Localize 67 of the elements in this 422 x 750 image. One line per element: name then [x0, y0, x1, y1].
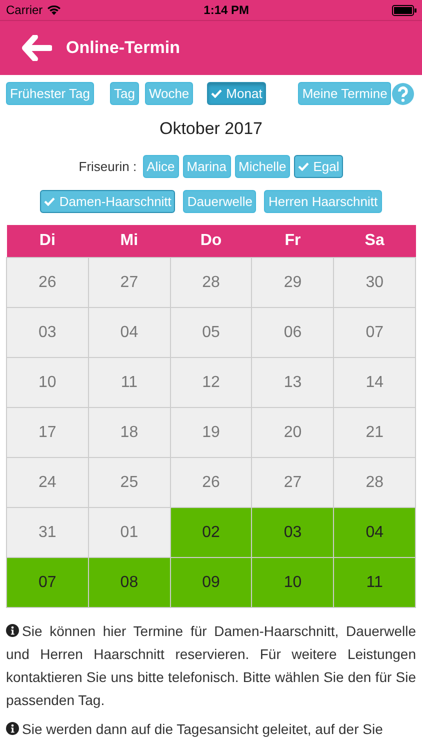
view-button[interactable]: Tag [110, 82, 139, 105]
status-time: 1:14 PM [204, 3, 250, 17]
view-button[interactable]: Woche [144, 82, 194, 105]
wifi-icon [46, 5, 61, 15]
day-cell[interactable]: 10 [252, 558, 334, 608]
weekday-header: Sa [334, 225, 416, 258]
day-cell[interactable]: 18 [88, 408, 170, 458]
day-cell[interactable]: 25 [88, 458, 170, 508]
day-cell[interactable]: 07 [6, 558, 88, 608]
back-arrow-icon[interactable] [22, 35, 52, 61]
stylist-option[interactable]: Marina [182, 155, 230, 178]
weekday-header: Do [170, 225, 252, 258]
day-cell[interactable]: 14 [334, 358, 416, 408]
day-cell[interactable]: 29 [252, 258, 334, 308]
service-option[interactable]: Damen-Haarschnitt [40, 190, 176, 213]
info-icon [6, 624, 19, 637]
month-title: Oktober 2017 [158, 119, 264, 139]
day-cell[interactable]: 02 [170, 508, 252, 558]
service-option[interactable]: Herren Haarschnitt [264, 190, 382, 213]
weekday-header: Mi [88, 225, 170, 258]
view-button[interactable]: Monat [207, 82, 266, 105]
check-icon [298, 162, 310, 171]
screen-title: Online-Termin [66, 38, 180, 58]
view-button[interactable]: Frühester Tag [6, 82, 94, 105]
info-icon [6, 722, 19, 735]
day-cell[interactable]: 26 [6, 258, 88, 308]
stylist-option[interactable]: Alice [142, 155, 179, 178]
stylist-option[interactable]: Michelle [234, 155, 290, 178]
day-cell[interactable]: 24 [6, 458, 88, 508]
day-cell[interactable]: 21 [334, 408, 416, 458]
day-cell[interactable]: 19 [170, 408, 252, 458]
day-cell[interactable]: 06 [252, 308, 334, 358]
check-icon [211, 89, 222, 98]
weekday-header: Fr [252, 225, 334, 258]
view-button[interactable]: Meine Termine [298, 82, 392, 105]
service-option[interactable]: Dauerwelle [183, 190, 256, 213]
day-cell[interactable]: 27 [252, 458, 334, 508]
day-cell[interactable]: 13 [252, 358, 334, 408]
day-cell[interactable]: 03 [6, 308, 88, 358]
day-cell[interactable]: 07 [334, 308, 416, 358]
day-cell[interactable]: 11 [88, 358, 170, 408]
day-cell[interactable]: 10 [6, 358, 88, 408]
day-cell[interactable]: 01 [88, 508, 170, 558]
day-cell[interactable]: 28 [170, 258, 252, 308]
day-cell[interactable]: 30 [334, 258, 416, 308]
day-cell[interactable]: 20 [252, 408, 334, 458]
day-cell[interactable]: 05 [170, 308, 252, 358]
carrier-label: Carrier [6, 3, 43, 17]
check-icon [44, 197, 56, 206]
day-cell[interactable]: 11 [334, 558, 416, 608]
stylist-option[interactable]: Egal [294, 155, 344, 178]
day-cell[interactable]: 31 [6, 508, 88, 558]
day-cell[interactable]: 08 [88, 558, 170, 608]
day-cell[interactable]: 26 [170, 458, 252, 508]
day-cell[interactable]: 28 [334, 458, 416, 508]
day-cell[interactable]: 12 [170, 358, 252, 408]
day-cell[interactable]: 27 [88, 258, 170, 308]
stylist-label: Friseurin : [78, 159, 137, 174]
day-cell[interactable]: 04 [88, 308, 170, 358]
day-cell[interactable]: 17 [6, 408, 88, 458]
info-text: Sie können hier Termine für Damen-Haarschnitt, Dauerwelle und Herren Haarschnitt reservieren. Für weitere Leistungen kontaktieren Sie uns bitte telefonisch. Bitte wählen Sie den für Sie passenden Tag. [6, 622, 416, 710]
day-cell[interactable]: 09 [170, 558, 252, 608]
weekday-header: Di [6, 225, 88, 258]
battery-icon [392, 4, 417, 16]
day-cell[interactable]: 04 [334, 508, 416, 558]
day-cell[interactable]: 03 [252, 508, 334, 558]
info-text: Sie werden dann auf die Tagesansicht geleitet, auf der Sie [6, 718, 416, 741]
